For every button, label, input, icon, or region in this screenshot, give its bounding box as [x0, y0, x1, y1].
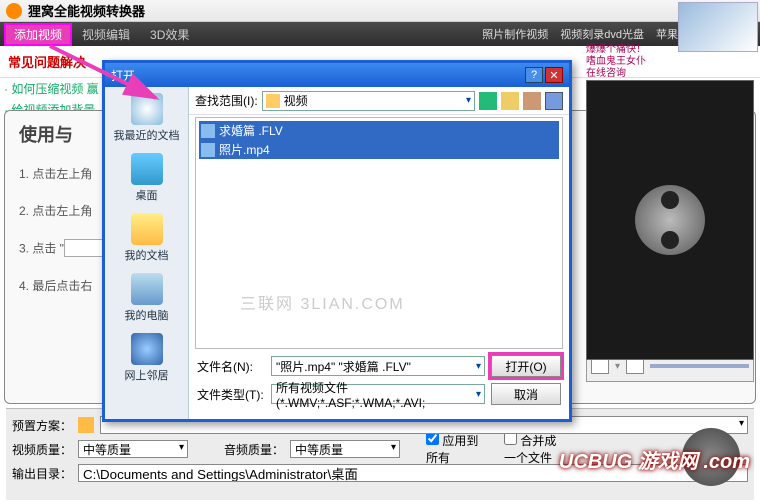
new-folder-button[interactable]: [523, 92, 541, 110]
dialog-title: 打开: [111, 67, 135, 84]
main-toolbar: 添加视频 视频编辑 3D效果 照片制作视频 视频刻录dvd光盘 苹果助手 洪荒神…: [0, 22, 760, 46]
computer-icon: [131, 273, 163, 305]
back-button[interactable]: [479, 92, 497, 110]
video-preview: [586, 80, 754, 360]
place-recent[interactable]: 我最近的文档: [107, 93, 186, 143]
video-quality-label: 视频质量：: [12, 441, 72, 458]
file-open-dialog: 打开 ? ✕ 我最近的文档 桌面 我的文档 我的电脑 网上邻居 查找范围(I):…: [102, 60, 572, 422]
banner-image: [678, 2, 758, 52]
volume-slider[interactable]: [650, 364, 749, 368]
audio-quality-label: 音频质量：: [224, 441, 284, 458]
file-icon: [201, 143, 215, 157]
filetype-label: 文件类型(T):: [197, 386, 265, 403]
cancel-button[interactable]: 取消: [491, 383, 561, 405]
place-mydocs[interactable]: 我的文档: [107, 213, 186, 263]
desktop-icon: [131, 153, 163, 185]
toolbar-link[interactable]: 视频刻录dvd光盘: [560, 26, 644, 42]
window-titlebar: 狸窝全能视频转换器 — ☐ ✕: [0, 0, 760, 22]
watermark-ucbug: UCBUG 游戏网 .com: [559, 445, 750, 474]
filetype-combo[interactable]: 所有视频文件(*.WMV;*.ASF;*.WMA;*.AVI;: [271, 384, 485, 404]
lookin-label: 查找范围(I):: [195, 92, 258, 109]
step3-input[interactable]: [64, 239, 104, 257]
documents-icon: [131, 213, 163, 245]
audio-quality-select[interactable]: 中等质量: [290, 440, 400, 458]
file-icon: [201, 124, 215, 138]
filename-combo[interactable]: "照片.mp4" "求婚篇 .FLV": [271, 356, 485, 376]
video-quality-select[interactable]: 中等质量: [78, 440, 188, 458]
place-desktop[interactable]: 桌面: [107, 153, 186, 203]
watermark-3lian: 三联网 3LIAN.COM: [240, 290, 405, 314]
folder-icon: [266, 94, 280, 108]
filename-label: 文件名(N):: [197, 358, 265, 375]
dialog-close-button[interactable]: ✕: [545, 67, 563, 83]
recent-icon: [131, 93, 163, 125]
preset-label: 预置方案：: [12, 417, 72, 434]
file-item[interactable]: 照片.mp4: [199, 140, 559, 159]
video-edit-button[interactable]: 视频编辑: [72, 24, 140, 45]
file-item[interactable]: 求婚篇 .FLV: [199, 121, 559, 140]
view-menu-button[interactable]: [545, 92, 563, 110]
lookin-row: 查找范围(I): 视频 ▾: [189, 87, 569, 115]
open-button[interactable]: 打开(O): [491, 355, 561, 377]
places-bar: 我最近的文档 桌面 我的文档 我的电脑 网上邻居: [105, 87, 189, 419]
tip-item[interactable]: · 如何压缩视频 赢: [4, 80, 104, 97]
volume-button[interactable]: [626, 358, 644, 374]
dialog-help-button[interactable]: ?: [525, 67, 543, 83]
faq-heading: 常见问题解决: [0, 52, 100, 71]
up-folder-button[interactable]: [501, 92, 519, 110]
place-network[interactable]: 网上邻居: [107, 333, 186, 383]
toolbar-link[interactable]: 照片制作视频: [482, 26, 548, 42]
output-dir-label: 输出目录：: [12, 465, 72, 482]
file-list[interactable]: 求婚篇 .FLV 照片.mp4: [195, 117, 563, 349]
3d-effect-button[interactable]: 3D效果: [140, 24, 199, 45]
preset-icon: [78, 417, 94, 433]
snapshot-button[interactable]: [591, 358, 609, 374]
place-mycomp[interactable]: 我的电脑: [107, 273, 186, 323]
window-title: 狸窝全能视频转换器: [28, 1, 145, 20]
app-icon: [6, 3, 22, 19]
add-video-button[interactable]: 添加视频: [4, 23, 72, 46]
film-reel-icon: [635, 185, 705, 255]
dialog-titlebar: 打开 ? ✕: [105, 63, 569, 87]
lookin-combo[interactable]: 视频 ▾: [262, 91, 475, 111]
network-icon: [131, 333, 163, 365]
